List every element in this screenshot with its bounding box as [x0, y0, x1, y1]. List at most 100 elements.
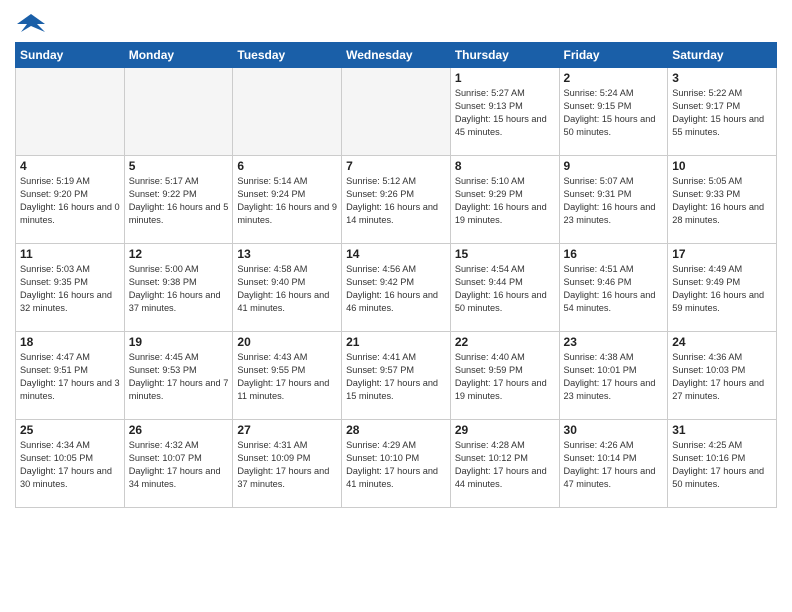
day-info: Sunrise: 5:14 AMSunset: 9:24 PMDaylight:…	[237, 175, 337, 227]
table-row	[16, 68, 125, 156]
day-info: Sunrise: 4:28 AMSunset: 10:12 PMDaylight…	[455, 439, 555, 491]
logo-bird-icon	[17, 10, 45, 38]
calendar-week-row: 18 Sunrise: 4:47 AMSunset: 9:51 PMDayligh…	[16, 332, 777, 420]
day-info: Sunrise: 5:12 AMSunset: 9:26 PMDaylight:…	[346, 175, 446, 227]
table-row: 14Sunrise: 4:56 AMSunset: 9:42 PMDayligh…	[342, 244, 451, 332]
day-number: 24	[672, 335, 772, 349]
day-number: 20	[237, 335, 337, 349]
table-row: 17Sunrise: 4:49 AMSunset: 9:49 PMDayligh…	[668, 244, 777, 332]
day-number: 23	[564, 335, 664, 349]
calendar-week-row: 25Sunrise: 4:34 AMSunset: 10:05 PMDaylig…	[16, 420, 777, 508]
page: Sunday Monday Tuesday Wednesday Thursday…	[0, 0, 792, 612]
day-info: Sunrise: 4:38 AMSunset: 10:01 PMDaylight…	[564, 351, 664, 403]
table-row	[233, 68, 342, 156]
day-info: Sunrise: 5:10 AMSunset: 9:29 PMDaylight:…	[455, 175, 555, 227]
day-info: Sunrise: 4:43 AMSunset: 9:55 PMDaylight:…	[237, 351, 337, 403]
table-row: 25Sunrise: 4:34 AMSunset: 10:05 PMDaylig…	[16, 420, 125, 508]
day-info: Sunrise: 4:26 AMSunset: 10:14 PMDaylight…	[564, 439, 664, 491]
logo-text	[15, 10, 45, 34]
table-row	[342, 68, 451, 156]
col-thursday: Thursday	[450, 43, 559, 68]
day-info: Sunrise: 4:54 AMSunset: 9:44 PMDaylight:…	[455, 263, 555, 315]
table-row: 16 Sunrise: 4:51 AMSunset: 9:46 PMDayligh…	[559, 244, 668, 332]
table-row: 22 Sunrise: 4:40 AMSunset: 9:59 PMDayligh…	[450, 332, 559, 420]
table-row: 27 Sunrise: 4:31 AMSunset: 10:09 PMDaylig…	[233, 420, 342, 508]
day-number: 31	[672, 423, 772, 437]
day-info: Sunrise: 4:40 AMSunset: 9:59 PMDaylight:…	[455, 351, 555, 403]
table-row: 29Sunrise: 4:28 AMSunset: 10:12 PMDaylig…	[450, 420, 559, 508]
day-info: Sunrise: 5:05 AMSunset: 9:33 PMDaylight:…	[672, 175, 772, 227]
table-row: 4 Sunrise: 5:19 AMSunset: 9:20 PMDaylight…	[16, 156, 125, 244]
table-row: 5 Sunrise: 5:17 AMSunset: 9:22 PMDaylight…	[124, 156, 233, 244]
day-info: Sunrise: 5:17 AMSunset: 9:22 PMDaylight:…	[129, 175, 229, 227]
calendar: Sunday Monday Tuesday Wednesday Thursday…	[15, 42, 777, 508]
day-info: Sunrise: 4:58 AMSunset: 9:40 PMDaylight:…	[237, 263, 337, 315]
calendar-header-row: Sunday Monday Tuesday Wednesday Thursday…	[16, 43, 777, 68]
calendar-week-row: 4 Sunrise: 5:19 AMSunset: 9:20 PMDaylight…	[16, 156, 777, 244]
table-row: 28 Sunrise: 4:29 AMSunset: 10:10 PMDaylig…	[342, 420, 451, 508]
day-info: Sunrise: 4:31 AMSunset: 10:09 PMDaylight…	[237, 439, 337, 491]
day-number: 12	[129, 247, 229, 261]
day-info: Sunrise: 4:51 AMSunset: 9:46 PMDaylight:…	[564, 263, 664, 315]
table-row: 24 Sunrise: 4:36 AMSunset: 10:03 PMDaylig…	[668, 332, 777, 420]
day-info: Sunrise: 4:41 AMSunset: 9:57 PMDaylight:…	[346, 351, 446, 403]
day-number: 6	[237, 159, 337, 173]
header	[15, 10, 777, 34]
day-info: Sunrise: 5:00 AMSunset: 9:38 PMDaylight:…	[129, 263, 229, 315]
day-info: Sunrise: 5:19 AMSunset: 9:20 PMDaylight:…	[20, 175, 120, 227]
day-number: 21	[346, 335, 446, 349]
day-info: Sunrise: 4:29 AMSunset: 10:10 PMDaylight…	[346, 439, 446, 491]
table-row: 8Sunrise: 5:10 AMSunset: 9:29 PMDaylight…	[450, 156, 559, 244]
day-number: 16	[564, 247, 664, 261]
day-number: 18	[20, 335, 120, 349]
day-number: 30	[564, 423, 664, 437]
table-row: 2 Sunrise: 5:24 AMSunset: 9:15 PMDaylight…	[559, 68, 668, 156]
table-row: 10 Sunrise: 5:05 AMSunset: 9:33 PMDayligh…	[668, 156, 777, 244]
day-info: Sunrise: 5:27 AMSunset: 9:13 PMDaylight:…	[455, 87, 555, 139]
table-row: 21 Sunrise: 4:41 AMSunset: 9:57 PMDayligh…	[342, 332, 451, 420]
day-info: Sunrise: 4:49 AMSunset: 9:49 PMDaylight:…	[672, 263, 772, 315]
day-number: 13	[237, 247, 337, 261]
day-number: 10	[672, 159, 772, 173]
day-number: 5	[129, 159, 229, 173]
table-row: 7 Sunrise: 5:12 AMSunset: 9:26 PMDaylight…	[342, 156, 451, 244]
day-number: 19	[129, 335, 229, 349]
day-number: 25	[20, 423, 120, 437]
table-row: 26 Sunrise: 4:32 AMSunset: 10:07 PMDaylig…	[124, 420, 233, 508]
day-info: Sunrise: 4:45 AMSunset: 9:53 PMDaylight:…	[129, 351, 229, 403]
day-number: 11	[20, 247, 120, 261]
table-row: 31 Sunrise: 4:25 AMSunset: 10:16 PMDaylig…	[668, 420, 777, 508]
day-number: 4	[20, 159, 120, 173]
logo	[15, 10, 45, 34]
col-friday: Friday	[559, 43, 668, 68]
day-number: 1	[455, 71, 555, 85]
day-number: 26	[129, 423, 229, 437]
table-row: 13 Sunrise: 4:58 AMSunset: 9:40 PMDayligh…	[233, 244, 342, 332]
table-row: 18 Sunrise: 4:47 AMSunset: 9:51 PMDayligh…	[16, 332, 125, 420]
day-number: 9	[564, 159, 664, 173]
day-info: Sunrise: 4:36 AMSunset: 10:03 PMDaylight…	[672, 351, 772, 403]
table-row: 1 Sunrise: 5:27 AMSunset: 9:13 PMDaylight…	[450, 68, 559, 156]
calendar-week-row: 11 Sunrise: 5:03 AMSunset: 9:35 PMDayligh…	[16, 244, 777, 332]
day-info: Sunrise: 4:25 AMSunset: 10:16 PMDaylight…	[672, 439, 772, 491]
day-number: 27	[237, 423, 337, 437]
day-info: Sunrise: 5:07 AMSunset: 9:31 PMDaylight:…	[564, 175, 664, 227]
day-number: 2	[564, 71, 664, 85]
table-row: 15Sunrise: 4:54 AMSunset: 9:44 PMDayligh…	[450, 244, 559, 332]
day-info: Sunrise: 5:03 AMSunset: 9:35 PMDaylight:…	[20, 263, 120, 315]
col-wednesday: Wednesday	[342, 43, 451, 68]
col-sunday: Sunday	[16, 43, 125, 68]
day-number: 22	[455, 335, 555, 349]
table-row: 9 Sunrise: 5:07 AMSunset: 9:31 PMDaylight…	[559, 156, 668, 244]
table-row: 30 Sunrise: 4:26 AMSunset: 10:14 PMDaylig…	[559, 420, 668, 508]
day-number: 7	[346, 159, 446, 173]
day-info: Sunrise: 4:32 AMSunset: 10:07 PMDaylight…	[129, 439, 229, 491]
col-saturday: Saturday	[668, 43, 777, 68]
table-row: 23 Sunrise: 4:38 AMSunset: 10:01 PMDaylig…	[559, 332, 668, 420]
day-info: Sunrise: 5:24 AMSunset: 9:15 PMDaylight:…	[564, 87, 664, 139]
col-monday: Monday	[124, 43, 233, 68]
day-number: 14	[346, 247, 446, 261]
day-info: Sunrise: 4:47 AMSunset: 9:51 PMDaylight:…	[20, 351, 120, 403]
day-number: 28	[346, 423, 446, 437]
table-row: 12 Sunrise: 5:00 AMSunset: 9:38 PMDayligh…	[124, 244, 233, 332]
